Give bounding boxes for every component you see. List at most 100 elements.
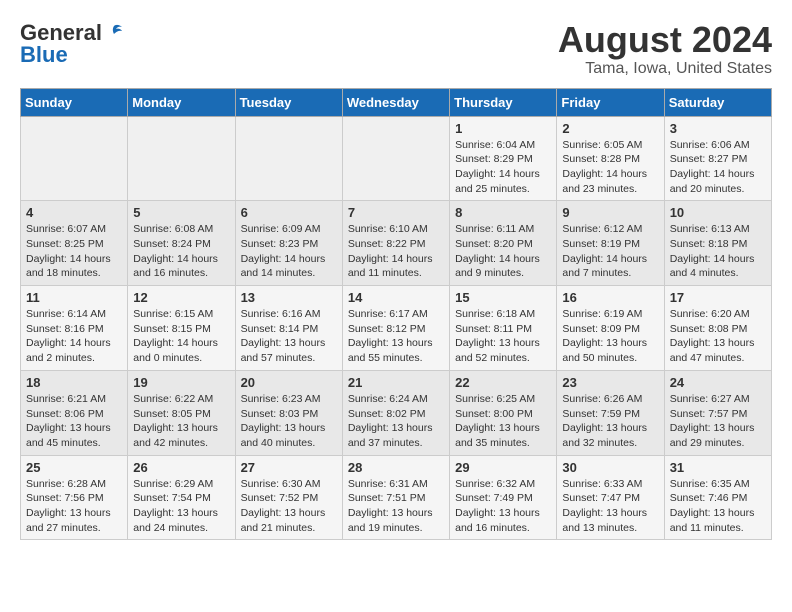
- day-info: Sunrise: 6:25 AM Sunset: 8:00 PM Dayligh…: [455, 392, 551, 451]
- calendar-cell: [235, 116, 342, 201]
- calendar-cell: [21, 116, 128, 201]
- header-day-wednesday: Wednesday: [342, 88, 449, 116]
- calendar-cell: 24 Sunrise: 6:27 AM Sunset: 7:57 PM Dayli…: [664, 370, 771, 455]
- day-info: Sunrise: 6:27 AM Sunset: 7:57 PM Dayligh…: [670, 392, 766, 451]
- day-number: 20: [241, 375, 337, 390]
- calendar-cell: 10Sunrise: 6:13 AM Sunset: 8:18 PM Dayli…: [664, 201, 771, 286]
- title-block: August 2024 Tama, Iowa, United States: [558, 20, 772, 78]
- day-info: Sunrise: 6:30 AM Sunset: 7:52 PM Dayligh…: [241, 477, 337, 536]
- calendar-cell: 16 Sunrise: 6:19 AM Sunset: 8:09 PM Dayli…: [557, 286, 664, 371]
- day-info: Sunrise: 6:20 AM Sunset: 8:08 PM Dayligh…: [670, 307, 766, 366]
- day-number: 14: [348, 290, 444, 305]
- calendar-cell: 4Sunrise: 6:07 AM Sunset: 8:25 PM Daylig…: [21, 201, 128, 286]
- day-info: Sunrise: 6:35 AM Sunset: 7:46 PM Dayligh…: [670, 477, 766, 536]
- day-number: 12: [133, 290, 229, 305]
- day-info: Sunrise: 6:07 AM Sunset: 8:25 PM Dayligh…: [26, 222, 122, 281]
- header-day-monday: Monday: [128, 88, 235, 116]
- day-number: 2: [562, 121, 658, 136]
- day-info: Sunrise: 6:19 AM Sunset: 8:09 PM Dayligh…: [562, 307, 658, 366]
- calendar-cell: 29Sunrise: 6:32 AM Sunset: 7:49 PM Dayli…: [450, 455, 557, 540]
- day-number: 28: [348, 460, 444, 475]
- day-number: 13: [241, 290, 337, 305]
- day-number: 7: [348, 205, 444, 220]
- calendar-cell: [342, 116, 449, 201]
- day-number: 21: [348, 375, 444, 390]
- calendar-cell: 2 Sunrise: 6:05 AM Sunset: 8:28 PM Daylig…: [557, 116, 664, 201]
- calendar-cell: 11 Sunrise: 6:14 AM Sunset: 8:16 PM Dayli…: [21, 286, 128, 371]
- day-info: Sunrise: 6:24 AM Sunset: 8:02 PM Dayligh…: [348, 392, 444, 451]
- day-number: 16: [562, 290, 658, 305]
- calendar-table: SundayMondayTuesdayWednesdayThursdayFrid…: [20, 88, 772, 541]
- day-number: 5: [133, 205, 229, 220]
- calendar-cell: 14Sunrise: 6:17 AM Sunset: 8:12 PM Dayli…: [342, 286, 449, 371]
- calendar-cell: 7 Sunrise: 6:10 AM Sunset: 8:22 PM Daylig…: [342, 201, 449, 286]
- sub-title: Tama, Iowa, United States: [558, 60, 772, 78]
- header-day-tuesday: Tuesday: [235, 88, 342, 116]
- day-number: 31: [670, 460, 766, 475]
- day-info: Sunrise: 6:15 AM Sunset: 8:15 PM Dayligh…: [133, 307, 229, 366]
- day-info: Sunrise: 6:28 AM Sunset: 7:56 PM Dayligh…: [26, 477, 122, 536]
- day-info: Sunrise: 6:29 AM Sunset: 7:54 PM Dayligh…: [133, 477, 229, 536]
- day-number: 9: [562, 205, 658, 220]
- week-row-3: 11 Sunrise: 6:14 AM Sunset: 8:16 PM Dayli…: [21, 286, 772, 371]
- calendar-cell: 15Sunrise: 6:18 AM Sunset: 8:11 PM Dayli…: [450, 286, 557, 371]
- calendar-cell: 9 Sunrise: 6:12 AM Sunset: 8:19 PM Daylig…: [557, 201, 664, 286]
- logo-bird-icon: [102, 22, 124, 44]
- day-info: Sunrise: 6:08 AM Sunset: 8:24 PM Dayligh…: [133, 222, 229, 281]
- calendar-cell: [128, 116, 235, 201]
- day-info: Sunrise: 6:13 AM Sunset: 8:18 PM Dayligh…: [670, 222, 766, 281]
- calendar-cell: 22 Sunrise: 6:25 AM Sunset: 8:00 PM Dayli…: [450, 370, 557, 455]
- calendar-cell: 17 Sunrise: 6:20 AM Sunset: 8:08 PM Dayli…: [664, 286, 771, 371]
- day-info: Sunrise: 6:33 AM Sunset: 7:47 PM Dayligh…: [562, 477, 658, 536]
- day-number: 8: [455, 205, 551, 220]
- calendar-cell: 12 Sunrise: 6:15 AM Sunset: 8:15 PM Dayli…: [128, 286, 235, 371]
- day-info: Sunrise: 6:14 AM Sunset: 8:16 PM Dayligh…: [26, 307, 122, 366]
- calendar-cell: 28 Sunrise: 6:31 AM Sunset: 7:51 PM Dayli…: [342, 455, 449, 540]
- day-info: Sunrise: 6:05 AM Sunset: 8:28 PM Dayligh…: [562, 138, 658, 197]
- day-info: Sunrise: 6:31 AM Sunset: 7:51 PM Dayligh…: [348, 477, 444, 536]
- day-info: Sunrise: 6:22 AM Sunset: 8:05 PM Dayligh…: [133, 392, 229, 451]
- week-row-5: 25 Sunrise: 6:28 AM Sunset: 7:56 PM Dayli…: [21, 455, 772, 540]
- calendar-cell: 8 Sunrise: 6:11 AM Sunset: 8:20 PM Daylig…: [450, 201, 557, 286]
- day-number: 22: [455, 375, 551, 390]
- calendar-cell: 31 Sunrise: 6:35 AM Sunset: 7:46 PM Dayli…: [664, 455, 771, 540]
- day-number: 24: [670, 375, 766, 390]
- calendar-cell: 26 Sunrise: 6:29 AM Sunset: 7:54 PM Dayli…: [128, 455, 235, 540]
- day-info: Sunrise: 6:26 AM Sunset: 7:59 PM Dayligh…: [562, 392, 658, 451]
- day-info: Sunrise: 6:10 AM Sunset: 8:22 PM Dayligh…: [348, 222, 444, 281]
- day-number: 3: [670, 121, 766, 136]
- calendar-cell: 5 Sunrise: 6:08 AM Sunset: 8:24 PM Daylig…: [128, 201, 235, 286]
- calendar-cell: 6Sunrise: 6:09 AM Sunset: 8:23 PM Daylig…: [235, 201, 342, 286]
- day-info: Sunrise: 6:04 AM Sunset: 8:29 PM Dayligh…: [455, 138, 551, 197]
- calendar-cell: 27 Sunrise: 6:30 AM Sunset: 7:52 PM Dayli…: [235, 455, 342, 540]
- day-info: Sunrise: 6:11 AM Sunset: 8:20 PM Dayligh…: [455, 222, 551, 281]
- day-number: 15: [455, 290, 551, 305]
- day-number: 25: [26, 460, 122, 475]
- calendar-cell: 21 Sunrise: 6:24 AM Sunset: 8:02 PM Dayli…: [342, 370, 449, 455]
- calendar-cell: 23Sunrise: 6:26 AM Sunset: 7:59 PM Dayli…: [557, 370, 664, 455]
- day-number: 19: [133, 375, 229, 390]
- day-info: Sunrise: 6:16 AM Sunset: 8:14 PM Dayligh…: [241, 307, 337, 366]
- day-info: Sunrise: 6:32 AM Sunset: 7:49 PM Dayligh…: [455, 477, 551, 536]
- day-info: Sunrise: 6:23 AM Sunset: 8:03 PM Dayligh…: [241, 392, 337, 451]
- logo: General Blue: [20, 20, 124, 68]
- logo-blue: Blue: [20, 42, 68, 68]
- day-number: 11: [26, 290, 122, 305]
- day-number: 27: [241, 460, 337, 475]
- calendar-cell: 1 Sunrise: 6:04 AM Sunset: 8:29 PM Daylig…: [450, 116, 557, 201]
- day-info: Sunrise: 6:09 AM Sunset: 8:23 PM Dayligh…: [241, 222, 337, 281]
- day-number: 30: [562, 460, 658, 475]
- calendar-cell: 13 Sunrise: 6:16 AM Sunset: 8:14 PM Dayli…: [235, 286, 342, 371]
- calendar-cell: 19 Sunrise: 6:22 AM Sunset: 8:05 PM Dayli…: [128, 370, 235, 455]
- day-number: 26: [133, 460, 229, 475]
- header-day-friday: Friday: [557, 88, 664, 116]
- header-day-thursday: Thursday: [450, 88, 557, 116]
- day-number: 17: [670, 290, 766, 305]
- day-number: 1: [455, 121, 551, 136]
- week-row-4: 18Sunrise: 6:21 AM Sunset: 8:06 PM Dayli…: [21, 370, 772, 455]
- week-row-1: 1 Sunrise: 6:04 AM Sunset: 8:29 PM Daylig…: [21, 116, 772, 201]
- header-day-saturday: Saturday: [664, 88, 771, 116]
- page-header: General Blue August 2024 Tama, Iowa, Uni…: [20, 20, 772, 78]
- day-info: Sunrise: 6:12 AM Sunset: 8:19 PM Dayligh…: [562, 222, 658, 281]
- calendar-cell: 20 Sunrise: 6:23 AM Sunset: 8:03 PM Dayli…: [235, 370, 342, 455]
